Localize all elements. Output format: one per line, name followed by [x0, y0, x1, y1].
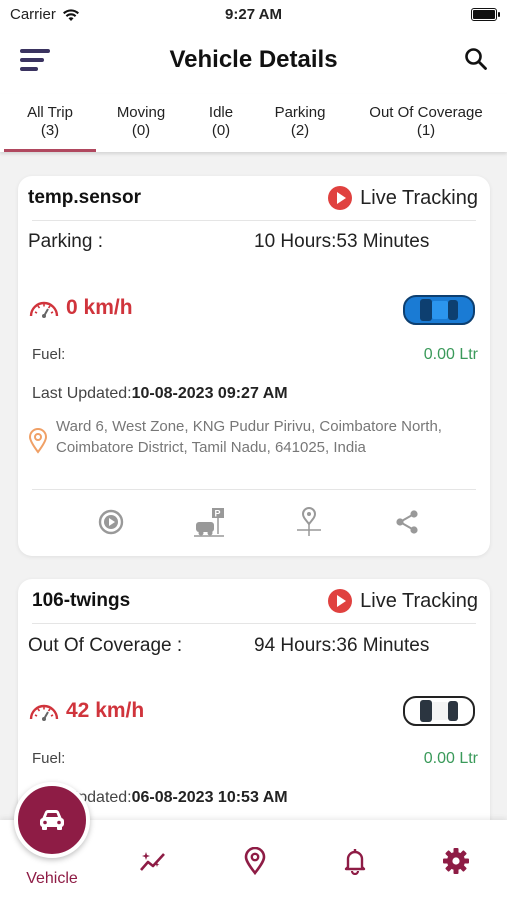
- app-header: Vehicle Details: [0, 30, 507, 94]
- page-title: Vehicle Details: [169, 46, 338, 73]
- last-updated: Last Updated:10-08-2023 09:27 AM: [32, 385, 288, 403]
- analytics-icon[interactable]: [138, 846, 168, 876]
- status-duration: 10 Hours:53 Minutes: [254, 231, 430, 252]
- fuel-label: Fuel:: [32, 346, 66, 363]
- location-pin-icon[interactable]: [240, 846, 270, 876]
- live-tracking-button[interactable]: Live Tracking: [328, 186, 478, 210]
- live-tracking-button[interactable]: Live Tracking: [328, 589, 478, 613]
- fuel-value: 0.00 Ltr: [423, 750, 478, 767]
- divider: [32, 489, 476, 490]
- status-duration: 94 Hours:36 Minutes: [254, 635, 430, 656]
- speedometer-icon: [29, 301, 59, 318]
- speed-value: 0 km/h: [66, 296, 133, 319]
- vehicle-status: Parking :: [28, 231, 103, 252]
- vehicle-card[interactable]: temp.sensor Live Tracking Parking : 10 H…: [18, 176, 490, 556]
- status-time: 9:27 AM: [225, 6, 282, 23]
- bottom-navigation: Vehicle: [0, 782, 507, 900]
- last-updated-value: 06-08-2023 10:53 AM: [131, 789, 288, 806]
- location-pin-icon: [28, 428, 48, 454]
- vehicle-tab-button[interactable]: [14, 782, 90, 858]
- tab-count: (0): [131, 122, 151, 139]
- vehicle-tab-label: Vehicle: [26, 870, 78, 887]
- play-icon: [328, 589, 353, 613]
- tab-label: All Trip: [27, 104, 73, 121]
- fuel-value: 0.00 Ltr: [423, 346, 478, 363]
- status-bar: Carrier 9:27 AM: [0, 0, 507, 30]
- tab-label: Out Of Coverage: [369, 104, 483, 121]
- last-updated-value: 10-08-2023 09:27 AM: [131, 385, 288, 402]
- search-icon[interactable]: [463, 46, 489, 72]
- bell-icon[interactable]: [340, 846, 370, 876]
- speed-readout: 42 km/h: [28, 699, 144, 723]
- tab-all-trip[interactable]: All Trip (3): [20, 104, 80, 140]
- route-pin-icon[interactable]: [292, 505, 326, 539]
- tab-out-of-coverage[interactable]: Out Of Coverage (1): [360, 104, 492, 140]
- gear-icon[interactable]: [441, 846, 471, 876]
- share-icon[interactable]: [390, 505, 424, 539]
- tab-count: (0): [211, 122, 231, 139]
- vehicle-name: temp.sensor: [28, 187, 141, 208]
- playback-icon[interactable]: [94, 505, 128, 539]
- tab-count: (2): [290, 122, 310, 139]
- last-updated-label: Last Updated:: [32, 385, 132, 402]
- car-icon: [40, 810, 64, 830]
- tab-idle[interactable]: Idle (0): [198, 104, 244, 140]
- fuel-label: Fuel:: [32, 750, 66, 767]
- active-tab-indicator: [4, 149, 96, 152]
- play-icon: [328, 186, 353, 210]
- svg-text:P: P: [215, 509, 221, 519]
- tab-label: Idle: [208, 104, 234, 121]
- live-tracking-label: Live Tracking: [360, 186, 478, 209]
- battery-icon: [471, 8, 500, 21]
- tab-parking[interactable]: Parking (2): [268, 104, 332, 140]
- vehicle-address: Ward 6, West Zone, KNG Pudur Pirivu, Coi…: [56, 418, 442, 456]
- speed-readout: 0 km/h: [28, 296, 133, 320]
- tab-count: (3): [40, 122, 60, 139]
- vehicle-name: 106-twings: [32, 590, 131, 611]
- divider: [32, 623, 476, 624]
- tab-count: (1): [416, 122, 436, 139]
- vehicle-status: Out Of Coverage :: [28, 635, 183, 656]
- divider: [32, 220, 476, 221]
- speedometer-icon: [29, 704, 59, 721]
- tab-moving[interactable]: Moving (0): [110, 104, 172, 140]
- address-row: Ward 6, West Zone, KNG Pudur Pirivu, Coi…: [28, 416, 470, 458]
- tab-label: Parking: [274, 104, 326, 121]
- live-tracking-label: Live Tracking: [360, 589, 478, 612]
- speed-value: 42 km/h: [66, 699, 145, 722]
- parking-icon[interactable]: P: [192, 505, 226, 539]
- car-icon: [402, 693, 476, 734]
- car-icon: [402, 292, 476, 333]
- vehicle-card[interactable]: 106-twings Live Tracking Out Of Coverage…: [18, 579, 490, 839]
- filter-tabs: All Trip (3) Moving (0) Idle (0) Parking…: [0, 94, 507, 152]
- tab-label: Moving: [116, 104, 166, 121]
